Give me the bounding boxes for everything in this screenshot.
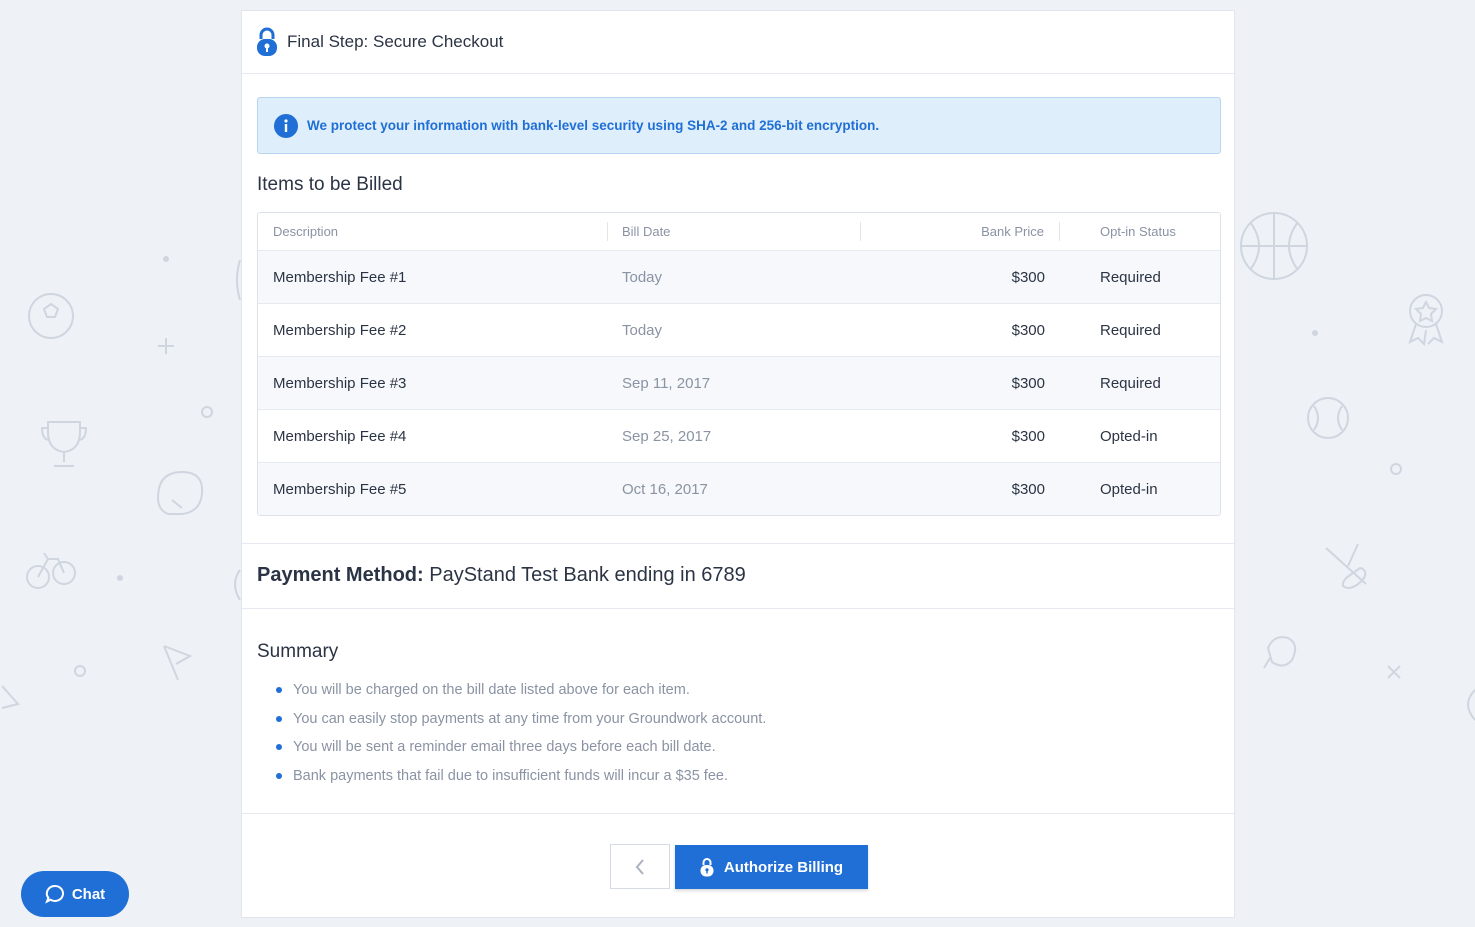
summary-title: Summary	[257, 641, 339, 662]
item-status: Required	[1100, 321, 1161, 339]
item-price: $300	[1011, 427, 1045, 445]
billing-items-table: Description Bill Date Bank Price Opt-in …	[257, 212, 1221, 516]
item-description: Membership Fee #1	[273, 268, 407, 286]
checkout-card: Final Step: Secure Checkout We protect y…	[241, 10, 1235, 918]
ping-pong-icon	[1263, 636, 1297, 669]
info-icon	[274, 113, 298, 138]
security-notice-text: We protect your information with bank-le…	[307, 118, 880, 133]
item-status: Opted-in	[1100, 480, 1158, 498]
column-header-bank-price: Bank Price	[861, 222, 1060, 241]
item-status: Required	[1100, 374, 1161, 392]
item-description: Membership Fee #3	[273, 374, 407, 392]
item-price: $300	[1011, 480, 1045, 498]
chat-bubble-icon	[44, 884, 64, 904]
items-section-title: Items to be Billed	[257, 174, 403, 195]
item-bill-date: Oct 16, 2017	[622, 480, 708, 498]
item-bill-date: Sep 11, 2017	[622, 374, 711, 392]
chevron-left-icon	[635, 858, 644, 875]
item-status: Required	[1100, 268, 1161, 286]
section-divider	[242, 608, 1234, 609]
list-item: You will be charged on the bill date lis…	[275, 680, 766, 709]
item-description: Membership Fee #2	[273, 321, 407, 339]
item-description: Membership Fee #4	[273, 427, 407, 445]
item-bill-date: Today	[622, 268, 663, 286]
table-row: Membership Fee #2 Today $300 Required	[258, 304, 1220, 357]
chat-label: Chat	[71, 885, 106, 903]
list-item: You will be sent a reminder email three …	[275, 737, 766, 766]
list-item: You can easily stop payments at any time…	[275, 709, 766, 738]
back-button[interactable]	[610, 844, 670, 889]
item-bill-date: Sep 25, 2017	[622, 427, 712, 445]
helmet-icon	[156, 470, 204, 515]
item-description: Membership Fee #5	[273, 480, 407, 498]
table-row: Membership Fee #1 Today $300 Required	[258, 251, 1220, 304]
item-price: $300	[1011, 268, 1045, 286]
lock-icon	[257, 27, 277, 56]
award-badge-icon	[1408, 294, 1444, 347]
page-title: Final Step: Secure Checkout	[287, 32, 504, 51]
badminton-icon	[1325, 543, 1367, 590]
section-divider	[242, 813, 1234, 814]
flag-icon	[163, 645, 193, 681]
item-price: $300	[1011, 321, 1045, 339]
card-header: Final Step: Secure Checkout	[242, 11, 1234, 74]
column-header-bill-date: Bill Date	[608, 222, 861, 241]
section-divider	[242, 543, 1234, 544]
security-notice: We protect your information with bank-le…	[257, 97, 1221, 154]
payment-method-value: PayStand Test Bank ending in 6789	[429, 564, 746, 586]
table-row: Membership Fee #3 Sep 11, 2017 $300 Requ…	[258, 357, 1220, 410]
list-item: Bank payments that fail due to insuffici…	[275, 766, 766, 795]
payment-method-label: Payment Method:	[257, 564, 424, 586]
item-price: $300	[1011, 374, 1045, 392]
chat-button[interactable]: Chat	[21, 871, 129, 917]
authorize-billing-button[interactable]: Authorize Billing	[675, 845, 868, 889]
table-header: Description Bill Date Bank Price Opt-in …	[258, 213, 1220, 251]
bicycle-icon	[26, 552, 76, 589]
authorize-billing-label: Authorize Billing	[723, 858, 844, 876]
item-bill-date: Today	[622, 321, 663, 339]
lock-icon	[700, 858, 714, 877]
table-row: Membership Fee #5 Oct 16, 2017 $300 Opte…	[258, 463, 1220, 515]
plus-decoration-icon	[158, 338, 174, 354]
column-header-opt-in-status: Opt-in Status	[1100, 224, 1176, 239]
trophy-icon	[40, 421, 88, 467]
payment-method: Payment Method: PayStand Test Bank endin…	[257, 564, 746, 587]
baseball-icon	[1307, 397, 1349, 439]
column-header-description: Description	[258, 222, 608, 241]
summary-list: You will be charged on the bill date lis…	[275, 680, 766, 794]
item-status: Opted-in	[1100, 427, 1158, 445]
table-row: Membership Fee #4 Sep 25, 2017 $300 Opte…	[258, 410, 1220, 463]
